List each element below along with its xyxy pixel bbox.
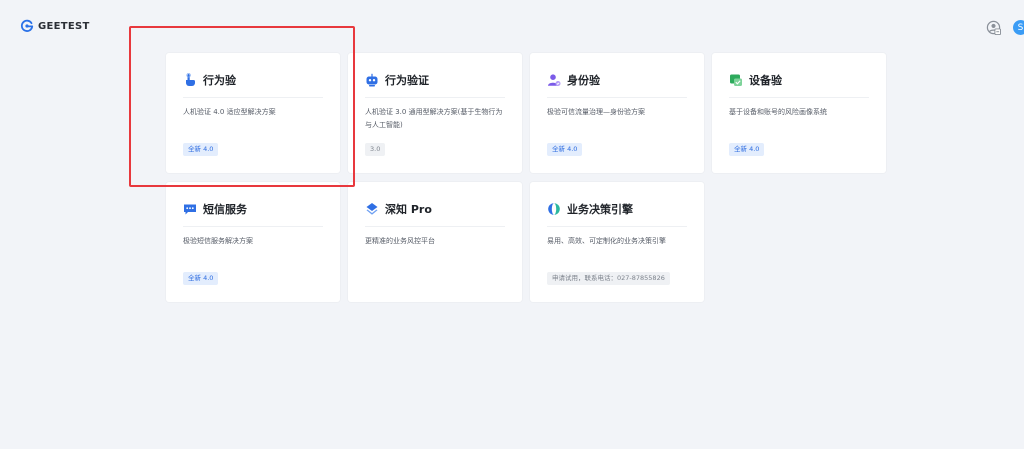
version-tag: 全新 4.0 (729, 143, 765, 156)
top-bar: GEETEST S (0, 0, 1024, 48)
card-description: 极验可信流量治理—身份验方案 (547, 108, 645, 116)
device-check-icon (730, 74, 742, 86)
product-card-deepknow-pro[interactable]: 深知 Pro 更精准的业务风控平台 (348, 182, 522, 302)
contact-tag: 申请试用，联系电话：027-87855826 (547, 272, 670, 285)
product-card-decision-engine[interactable]: 业务决策引擎 易用、高效、可定制化的业务决策引擎 申请试用，联系电话：027-8… (530, 182, 704, 302)
card-title: 身份验 (567, 74, 600, 87)
card-title: 短信服务 (203, 203, 247, 216)
product-card-sms-service[interactable]: 短信服务 极验短信服务解决方案 全新 4.0 (166, 182, 340, 302)
message-icon (184, 204, 196, 215)
card-title: 行为验 (203, 74, 236, 87)
card-divider (547, 97, 687, 98)
hand-tap-icon (186, 73, 195, 86)
geetest-logo-icon (20, 19, 34, 32)
card-description: 更精准的业务风控平台 (365, 237, 435, 245)
card-divider (365, 226, 505, 227)
card-description: 易用、高效、可定制化的业务决策引擎 (547, 237, 666, 245)
card-title: 行为验证 (385, 74, 429, 87)
card-divider (547, 226, 687, 227)
product-card-identity-verify[interactable]: 身份验 极验可信流量治理—身份验方案 全新 4.0 (530, 53, 704, 173)
card-title: 业务决策引擎 (567, 203, 633, 216)
user-check-icon (548, 74, 561, 86)
geetest-logo[interactable]: GEETEST (20, 19, 90, 33)
card-divider (183, 97, 323, 98)
logo-text: GEETEST (38, 20, 90, 32)
version-tag: 全新 4.0 (183, 143, 219, 156)
card-divider (183, 226, 323, 227)
card-description: 基于设备和账号的风险画像系统 (729, 108, 827, 116)
card-title: 设备验 (749, 74, 782, 87)
card-description: 人机验证 3.0 通用型解决方案(基于生物行为与人工智能) (365, 108, 503, 129)
decision-engine-icon (548, 203, 560, 215)
product-card-behavior-verify-3[interactable]: 行为验证 人机验证 3.0 通用型解决方案(基于生物行为与人工智能) 3.0 (348, 53, 522, 173)
robot-icon (366, 73, 378, 87)
product-card-device-verify[interactable]: 设备验 基于设备和账号的风险画像系统 全新 4.0 (712, 53, 886, 173)
card-divider (729, 97, 869, 98)
product-card-behavior-verify-4[interactable]: 行为验 人机验证 4.0 适应型解决方案 全新 4.0 (166, 53, 340, 173)
version-tag: 全新 4.0 (183, 272, 219, 285)
card-description: 人机验证 4.0 适应型解决方案 (183, 108, 276, 116)
account-settings-icon[interactable] (986, 20, 1001, 35)
card-title: 深知 Pro (385, 203, 432, 216)
layers-icon (366, 203, 378, 215)
version-tag: 全新 4.0 (547, 143, 583, 156)
version-tag: 3.0 (365, 143, 386, 156)
user-avatar[interactable]: S (1013, 20, 1024, 35)
card-description: 极验短信服务解决方案 (183, 237, 253, 245)
card-divider (365, 97, 505, 98)
